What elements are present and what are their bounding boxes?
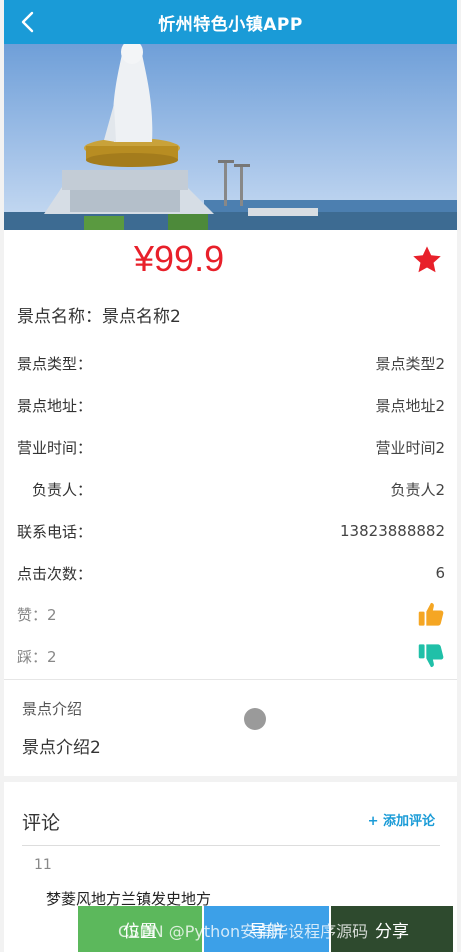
info-row-phone[interactable]: 联系电话： 13823888882 xyxy=(17,519,445,543)
comment-title: 评论 xyxy=(22,812,61,834)
info-row-type: 景点类型： 景点类型2 xyxy=(17,351,445,375)
info-value: 营业时间2 xyxy=(375,438,445,457)
info-label: 营业时间： xyxy=(17,438,93,457)
info-row-clicks: 点击次数： 6 xyxy=(17,561,445,585)
touch-indicator xyxy=(244,708,266,730)
price-text: ¥99.9 xyxy=(134,238,225,279)
phone-value[interactable]: 13823888882 xyxy=(340,522,445,540)
info-label: 点击次数： xyxy=(17,564,93,583)
info-value: 负责人2 xyxy=(390,480,445,499)
location-button[interactable]: 位置 xyxy=(78,906,202,952)
info-row-hours: 营业时间： 营业时间2 xyxy=(17,435,445,459)
thumbs-up-icon xyxy=(418,602,444,626)
hero-image xyxy=(4,44,457,230)
section-gap xyxy=(4,776,457,782)
favorite-button[interactable] xyxy=(411,244,443,276)
left-edge xyxy=(0,0,4,952)
info-row-address: 景点地址： 景点地址2 xyxy=(17,393,445,417)
thumbs-down-icon xyxy=(418,644,444,668)
like-row: 赞：2 xyxy=(17,599,445,629)
bottom-action-bar: 位置 导航 分享 xyxy=(78,906,453,952)
comment-divider xyxy=(22,845,440,846)
star-icon xyxy=(413,246,441,273)
intro-text: 景点介绍2 xyxy=(22,738,101,758)
spot-detail-page: 忻州特色小镇APP ¥99.9 景点名称：景点名称2 景点类型： 景点类型2 景… xyxy=(0,0,461,952)
info-label: 景点类型： xyxy=(17,354,93,373)
dislike-button[interactable] xyxy=(417,642,445,670)
info-label: 负责人： xyxy=(32,480,93,499)
info-label: 联系电话： xyxy=(17,522,93,541)
info-row-manager: 负责人： 负责人2 xyxy=(17,477,445,501)
price-row: ¥99.9 xyxy=(4,236,457,284)
back-button[interactable] xyxy=(12,6,44,38)
dislike-count: 踩：2 xyxy=(17,647,57,666)
info-value: 6 xyxy=(435,564,445,582)
page-title: 忻州特色小镇APP xyxy=(158,14,303,35)
dislike-row: 踩：2 xyxy=(17,641,445,671)
right-edge xyxy=(457,0,461,952)
chevron-left-icon xyxy=(21,11,34,33)
info-label: 景点地址： xyxy=(17,396,93,415)
like-count: 赞：2 xyxy=(17,605,57,624)
info-value: 景点地址2 xyxy=(375,396,445,415)
app-header: 忻州特色小镇APP xyxy=(4,0,457,44)
share-button[interactable]: 分享 xyxy=(331,906,453,952)
spot-name: 景点名称：景点名称2 xyxy=(17,307,181,327)
add-comment-button[interactable]: + 添加评论 xyxy=(368,810,435,829)
info-value: 景点类型2 xyxy=(375,354,445,373)
navigate-button[interactable]: 导航 xyxy=(204,906,329,952)
section-divider xyxy=(4,679,457,680)
intro-title: 景点介绍 xyxy=(22,700,83,718)
comment-user: 11 xyxy=(34,857,52,873)
like-button[interactable] xyxy=(417,600,445,628)
